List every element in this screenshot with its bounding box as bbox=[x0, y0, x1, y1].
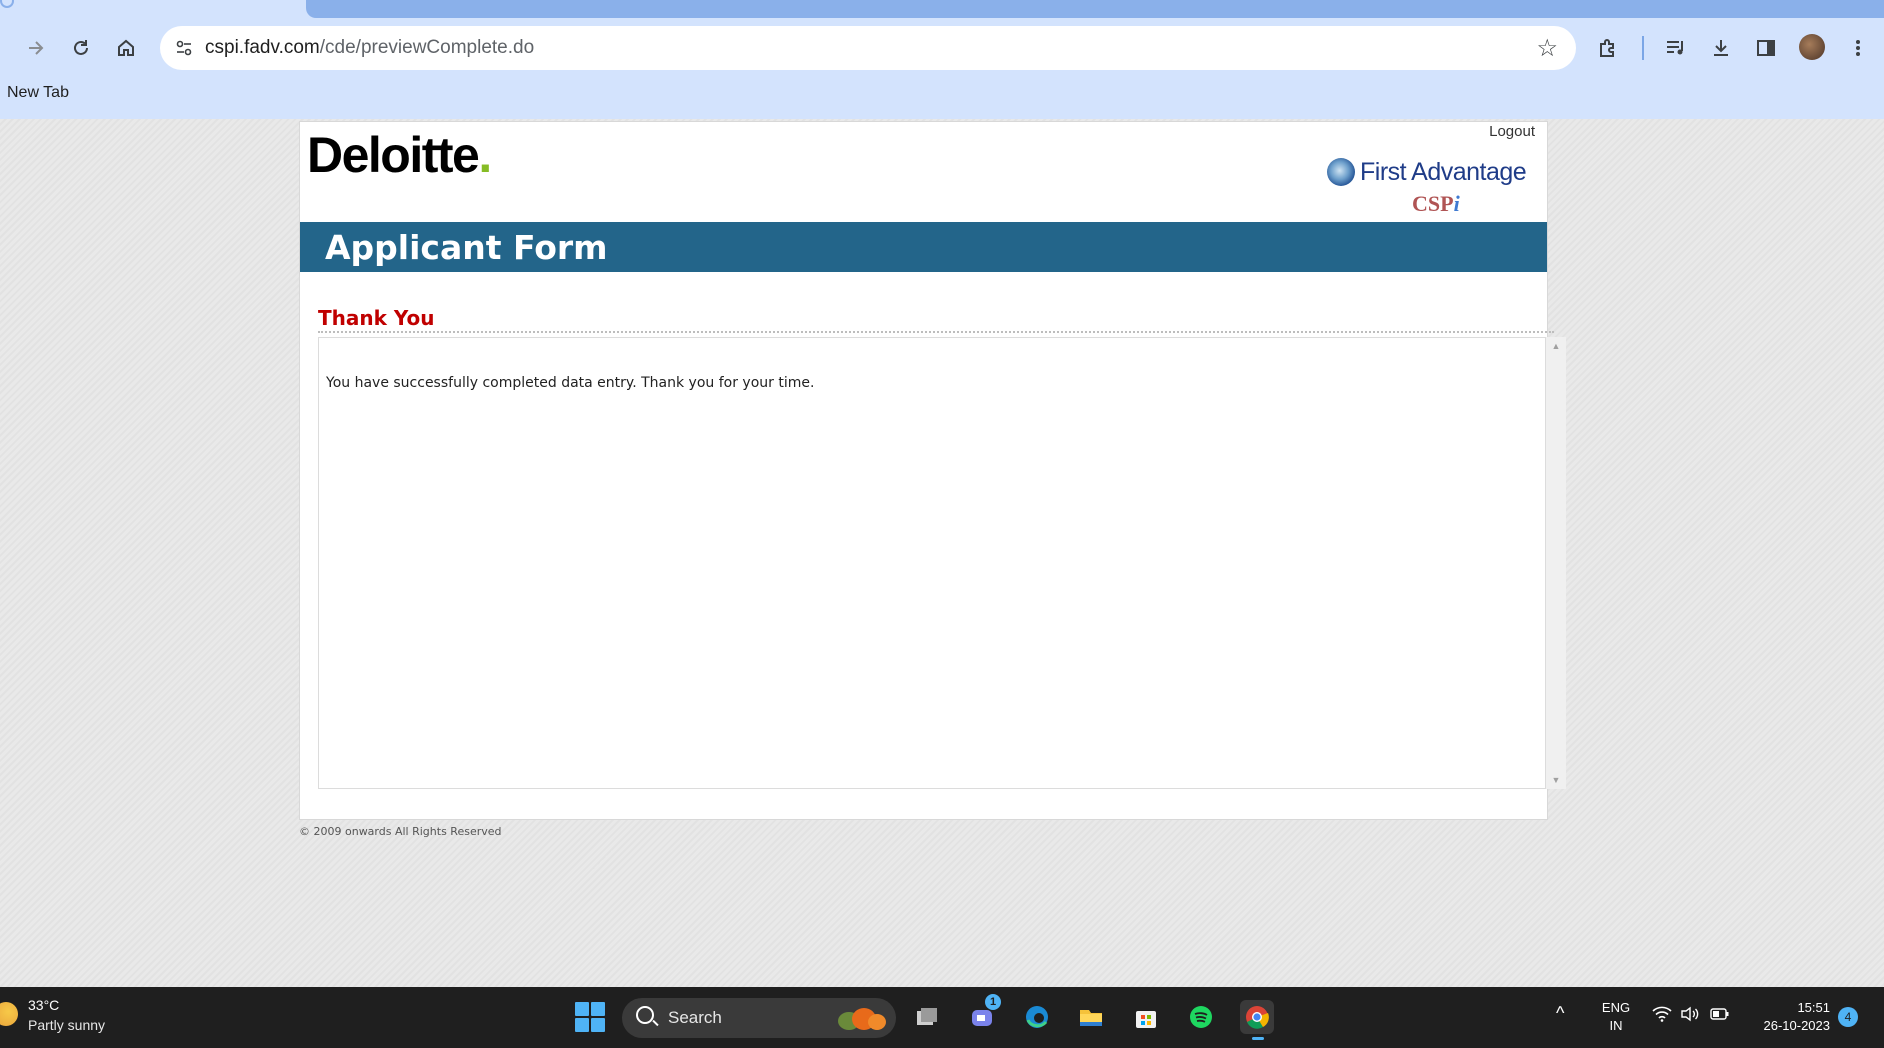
partner-name: First Advantage bbox=[1360, 158, 1527, 186]
edge-icon bbox=[1026, 1006, 1048, 1028]
section-divider bbox=[318, 331, 1554, 333]
reload-icon bbox=[74, 40, 88, 55]
chrome-icon bbox=[1246, 1006, 1269, 1029]
partner-sub-text: CSP bbox=[1412, 191, 1454, 216]
chevron-up-icon[interactable]: ^ bbox=[1556, 1003, 1564, 1024]
logo-text: Deloitte bbox=[307, 127, 480, 183]
store-icon bbox=[1136, 1011, 1156, 1028]
forward-button[interactable] bbox=[20, 32, 52, 64]
store-button[interactable] bbox=[1129, 1000, 1163, 1034]
menu-button[interactable] bbox=[1842, 32, 1874, 64]
task-view-button[interactable] bbox=[910, 1000, 944, 1034]
edge-button[interactable] bbox=[1020, 1000, 1054, 1034]
url-path: /cde/previewComplete.do bbox=[319, 37, 535, 58]
wifi-icon[interactable] bbox=[1652, 1006, 1672, 1027]
queue-music-icon bbox=[1667, 41, 1683, 55]
scroll-down-icon[interactable]: ▼ bbox=[1546, 771, 1566, 789]
extensions-button[interactable] bbox=[1592, 32, 1624, 64]
language-indicator[interactable]: ENG IN bbox=[1600, 999, 1632, 1035]
site-info-icon[interactable] bbox=[170, 34, 198, 62]
side-panel-button[interactable] bbox=[1750, 32, 1782, 64]
active-tab[interactable] bbox=[306, 0, 1884, 18]
pumpkins-icon bbox=[834, 1004, 888, 1032]
battery-icon[interactable] bbox=[1710, 1006, 1730, 1027]
deloitte-logo: Deloitte. bbox=[307, 126, 492, 184]
globe-icon bbox=[1327, 158, 1355, 186]
bookmark-star-icon[interactable]: ☆ bbox=[1536, 34, 1558, 63]
search-label: Search bbox=[668, 1008, 722, 1027]
url-domain: cspi.fadv.com bbox=[205, 37, 320, 58]
logo-dot: . bbox=[478, 127, 492, 183]
clock-date: 26-10-2023 bbox=[1763, 1018, 1831, 1033]
page-viewport: Deloitte. Logout First Advantage CSPi Ap… bbox=[0, 119, 1884, 987]
content-frame: You have successfully completed data ent… bbox=[318, 337, 1546, 789]
partner-sub-i: i bbox=[1453, 191, 1460, 216]
teams-badge: 1 bbox=[985, 994, 1001, 1010]
notification-badge[interactable]: 4 bbox=[1838, 1007, 1858, 1027]
browser-chrome: cspi.fadv.com/cde/previewComplete.do ☆ N… bbox=[0, 0, 1884, 119]
clock-time: 15:51 bbox=[1797, 1000, 1830, 1015]
spotify-icon bbox=[1190, 1006, 1212, 1028]
page-title: Applicant Form bbox=[325, 228, 608, 267]
search-icon bbox=[636, 1006, 654, 1024]
more-vert-icon bbox=[1856, 40, 1860, 56]
lang-code: ENG bbox=[1601, 1000, 1631, 1015]
weather-temp[interactable]: 33°C bbox=[28, 997, 59, 1013]
home-icon bbox=[118, 39, 134, 56]
start-button[interactable] bbox=[575, 1002, 605, 1032]
windows-logo-tile bbox=[575, 1018, 589, 1032]
tab-strip bbox=[0, 0, 1884, 18]
toolbar-separator bbox=[1642, 36, 1644, 60]
taskbar: 33°C Partly sunny Search 1 ^ ENG IN 15:5… bbox=[0, 987, 1884, 1048]
side-panel-icon bbox=[1757, 40, 1775, 56]
download-icon bbox=[1714, 40, 1728, 56]
puzzle-icon bbox=[1600, 39, 1614, 57]
chrome-button[interactable] bbox=[1240, 1000, 1274, 1040]
active-indicator bbox=[1252, 1037, 1264, 1040]
profile-avatar[interactable] bbox=[1799, 34, 1825, 60]
task-view-icon bbox=[917, 1008, 937, 1025]
copyright-footer: © 2009 onwards All Rights Reserved bbox=[299, 825, 502, 838]
taskbar-search[interactable]: Search bbox=[622, 998, 896, 1038]
section-title: Thank You bbox=[318, 306, 435, 330]
windows-logo-tile bbox=[575, 1002, 589, 1016]
media-control-button[interactable] bbox=[1660, 32, 1692, 64]
partner-sub: CSPi bbox=[1412, 191, 1460, 217]
system-clock[interactable]: 15:51 26-10-2023 bbox=[1764, 999, 1831, 1035]
page-container: Deloitte. Logout First Advantage CSPi Ap… bbox=[299, 121, 1566, 820]
region-code: IN bbox=[1609, 1018, 1623, 1033]
arrow-right-icon bbox=[29, 41, 44, 55]
address-bar[interactable]: cspi.fadv.com/cde/previewComplete.do ☆ bbox=[160, 26, 1576, 70]
logout-link[interactable]: Logout bbox=[1489, 123, 1535, 140]
weather-desc[interactable]: Partly sunny bbox=[28, 1017, 105, 1033]
file-explorer-button[interactable] bbox=[1074, 1000, 1108, 1034]
spotify-button[interactable] bbox=[1184, 1000, 1218, 1034]
volume-icon[interactable] bbox=[1680, 1006, 1700, 1027]
bookmark-new-tab[interactable]: New Tab bbox=[7, 84, 69, 102]
url-text[interactable]: cspi.fadv.com/cde/previewComplete.do bbox=[205, 37, 534, 59]
folder-icon bbox=[1080, 1010, 1102, 1026]
form-banner: Applicant Form bbox=[300, 222, 1547, 272]
windows-logo-tile bbox=[591, 1002, 605, 1016]
downloads-button[interactable] bbox=[1705, 32, 1737, 64]
weather-sun-icon[interactable] bbox=[0, 1002, 18, 1026]
home-button[interactable] bbox=[110, 32, 142, 64]
content-scrollbar[interactable]: ▲ ▼ bbox=[1546, 337, 1566, 789]
reload-button[interactable] bbox=[65, 32, 97, 64]
scroll-up-icon[interactable]: ▲ bbox=[1546, 337, 1566, 355]
windows-logo-tile bbox=[591, 1018, 605, 1032]
confirmation-message: You have successfully completed data ent… bbox=[326, 375, 815, 391]
teams-button[interactable]: 1 bbox=[965, 994, 1001, 1034]
first-advantage-logo: First Advantage CSPi bbox=[1327, 158, 1527, 218]
tab-indicator bbox=[0, 0, 14, 8]
